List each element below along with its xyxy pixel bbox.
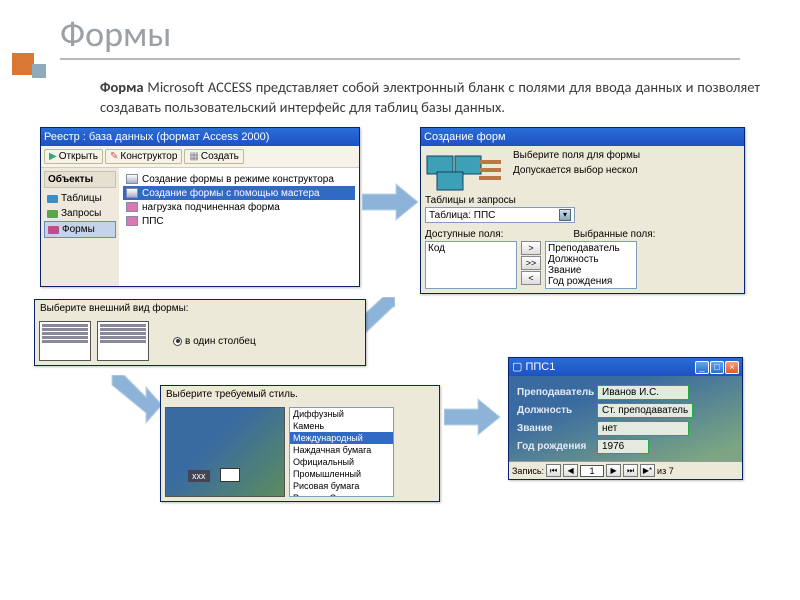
- arrow-icon: [362, 182, 420, 222]
- slide-title: Формы: [0, 0, 800, 58]
- form-layout-window: Выберите внешний вид формы: в один столб…: [34, 299, 366, 366]
- objects-header: Объекты: [44, 171, 116, 188]
- nav-total: из 7: [657, 466, 674, 476]
- form-title: ППС1: [525, 361, 555, 373]
- list-item[interactable]: ППС: [123, 214, 355, 228]
- form-object-icon: [126, 216, 138, 226]
- definition-term: Форма: [100, 78, 144, 96]
- db-toolbar: ▶Открыть ✎Конструктор ▦Создать: [41, 146, 359, 168]
- move-all-right-button[interactable]: >>: [521, 256, 541, 270]
- form-titlebar: ▢ ППС1 _ □ ×: [509, 358, 742, 376]
- table-icon: [47, 195, 58, 203]
- wizard-title: Создание форм: [424, 128, 506, 146]
- database-window: Реестр : база данных (формат Access 2000…: [40, 127, 360, 287]
- style-preview: xxx: [165, 407, 285, 497]
- sidebar-item-queries[interactable]: Запросы: [44, 206, 116, 221]
- selected-fields-label: Выбранные поля:: [573, 229, 655, 240]
- field-value[interactable]: Иванов И.С.: [597, 385, 689, 400]
- create-button[interactable]: ▦Создать: [184, 149, 243, 164]
- open-button[interactable]: ▶Открыть: [44, 149, 103, 164]
- definition-body: Microsoft ACCESS представляет собой элек…: [100, 78, 760, 116]
- sidebar-item-tables[interactable]: Таблицы: [44, 191, 116, 206]
- nav-first-button[interactable]: ⏮: [546, 464, 561, 477]
- accent-square-blue: [32, 64, 46, 78]
- preview-data: [220, 468, 240, 482]
- wizard-icon: [126, 174, 138, 184]
- illustration-canvas: Реестр : база данных (формат Access 2000…: [0, 127, 800, 547]
- wizard-illustration: [425, 150, 507, 192]
- list-item[interactable]: нагрузка подчиненная форма: [123, 200, 355, 214]
- minimize-button[interactable]: _: [695, 361, 709, 374]
- form-icon: ▢: [512, 361, 522, 373]
- accent-square-orange: [12, 53, 34, 75]
- layout-option-column[interactable]: в один столбец: [173, 336, 256, 347]
- title-rule: [60, 58, 740, 60]
- field-label: Звание: [517, 423, 597, 434]
- field-value[interactable]: 1976: [597, 439, 649, 454]
- db-titlebar: Реестр : база данных (формат Access 2000…: [41, 128, 359, 146]
- close-button[interactable]: ×: [725, 361, 739, 374]
- table-select[interactable]: Таблица: ППС▾: [425, 207, 575, 223]
- nav-last-button[interactable]: ⏭: [623, 464, 638, 477]
- available-fields-list[interactable]: Код: [425, 241, 517, 289]
- wizard-titlebar: Создание форм: [421, 128, 744, 146]
- form-style-window: Выберите требуемый стиль. xxx Диффузный …: [160, 385, 440, 502]
- arrow-icon: [110, 375, 164, 427]
- db-title: Реестр : база данных (формат Access 2000…: [44, 128, 269, 146]
- layout-thumbnail: [39, 321, 91, 361]
- form-wizard-window: Создание форм Выберите поля для формы До…: [420, 127, 745, 294]
- nav-label: Запись:: [512, 466, 544, 476]
- objects-panel: Объекты Таблицы Запросы Формы: [41, 168, 119, 286]
- form-icon: [48, 226, 59, 234]
- available-fields-label: Доступные поля:: [425, 229, 503, 240]
- record-navigator: Запись: ⏮ ◀ 1 ▶ ⏭ ▶* из 7: [509, 461, 742, 479]
- wizard-hint: Выберите поля для формы: [513, 150, 640, 161]
- arrow-icon: [444, 397, 504, 437]
- field-value[interactable]: Ст. преподаватель: [597, 403, 693, 418]
- layout-thumbnail: [97, 321, 149, 361]
- form-object-icon: [126, 202, 138, 212]
- nav-new-button[interactable]: ▶*: [640, 464, 655, 477]
- list-item[interactable]: Создание формы с помощью мастера: [123, 186, 355, 200]
- style-title: Выберите требуемый стиль.: [161, 386, 439, 403]
- field-label: Год рождения: [517, 441, 597, 452]
- field-value[interactable]: нет: [597, 421, 689, 436]
- query-icon: [47, 210, 58, 218]
- nav-position-input[interactable]: 1: [580, 465, 604, 477]
- move-left-button[interactable]: <: [521, 271, 541, 285]
- preview-label: xxx: [188, 470, 210, 482]
- nav-next-button[interactable]: ▶: [606, 464, 621, 477]
- tables-label: Таблицы и запросы: [425, 195, 740, 206]
- form-body: ПреподавательИванов И.С. ДолжностьСт. пр…: [509, 376, 742, 461]
- result-form-window: ▢ ППС1 _ □ × ПреподавательИванов И.С. До…: [508, 357, 743, 480]
- field-label: Преподаватель: [517, 387, 597, 398]
- nav-prev-button[interactable]: ◀: [563, 464, 578, 477]
- layout-title: Выберите внешний вид формы:: [35, 300, 365, 317]
- design-button[interactable]: ✎Конструктор: [105, 149, 182, 164]
- move-right-button[interactable]: >: [521, 241, 541, 255]
- maximize-button[interactable]: □: [710, 361, 724, 374]
- definition-text: Форма Microsoft ACCESS представляет собо…: [0, 60, 800, 127]
- selected-fields-list[interactable]: Преподаватель Должность Звание Год рожде…: [545, 241, 637, 289]
- wizard-hint2: Допускается выбор нескол: [513, 165, 640, 176]
- list-item[interactable]: Создание формы в режиме конструктора: [123, 172, 355, 186]
- sidebar-item-forms[interactable]: Формы: [44, 221, 116, 238]
- chevron-down-icon: ▾: [559, 209, 571, 221]
- wizard-icon: [126, 188, 138, 198]
- forms-list: Создание формы в режиме конструктора Соз…: [119, 168, 359, 286]
- style-list[interactable]: Диффузный Камень Международный Наждачная…: [289, 407, 394, 497]
- field-label: Должность: [517, 405, 597, 416]
